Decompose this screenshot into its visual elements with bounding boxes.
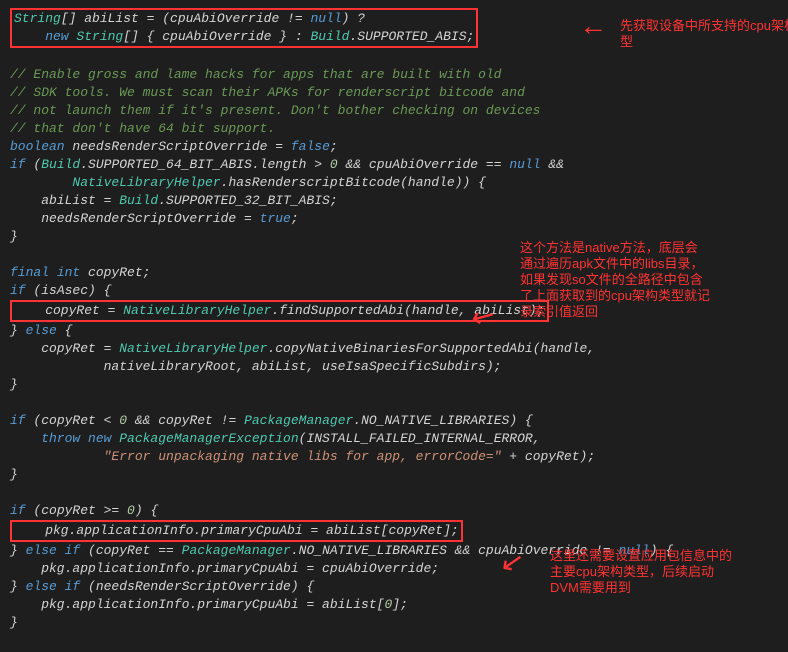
highlight-box-3: pkg.applicationInfo.primaryCpuAbi = abiL…	[10, 520, 463, 542]
annotation-3: 这里还需要设置应用包信息中的主要cpu架构类型，后续启动DVM需要用到	[550, 548, 740, 596]
annotation-2: 这个方法是native方法，底层会通过遍历apk文件中的libs目录，如果发现s…	[520, 240, 710, 320]
arrow-icon-1: ←	[585, 20, 602, 38]
annotation-1: 先获取设备中所支持的cpu架构类型	[620, 18, 788, 50]
code-block: String[] abiList = (cpuAbiOverride != nu…	[10, 8, 778, 632]
arrow-icon-3: ↙	[499, 554, 525, 576]
highlight-box-1: String[] abiList = (cpuAbiOverride != nu…	[10, 8, 478, 48]
